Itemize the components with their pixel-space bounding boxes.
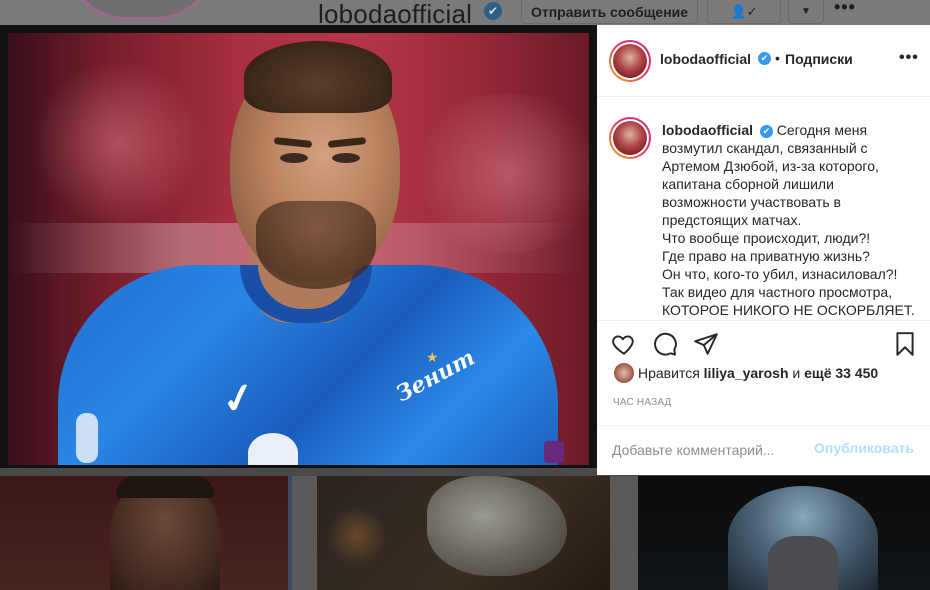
author-username[interactable]: lobodaofficial	[660, 51, 751, 67]
likes-prefix: Нравится	[638, 365, 700, 381]
caption-line: Что вообще происходит, люди?!	[662, 230, 871, 246]
post-image[interactable]: ✓ ★ Зенит	[0, 25, 597, 468]
caption-line: Где право на приватную жизнь?	[662, 248, 870, 264]
caption-line: Так видео для частного просмотра,	[662, 284, 893, 300]
separator-dot: •	[775, 50, 780, 66]
verified-icon: ✔	[484, 2, 502, 20]
caption-line: капитана сборной лишили	[662, 176, 834, 192]
sponsor-logo	[248, 433, 298, 465]
post-actions: Нравится liliya_yarosh и ещё 33 450 ЧАС …	[597, 320, 930, 425]
user-check-icon: 👤✓	[730, 4, 758, 19]
likes-connector: и	[792, 365, 801, 381]
publish-button[interactable]: Опубликовать	[814, 440, 914, 456]
more-options-icon[interactable]: •••	[834, 0, 856, 18]
bookmark-icon[interactable]	[892, 331, 918, 357]
likes-count[interactable]: ещё 33 450	[804, 365, 878, 381]
post-photo: ✓ ★ Зенит	[8, 33, 589, 465]
caption-avatar[interactable]	[609, 117, 651, 159]
caption-line: Сегодня меня	[776, 122, 868, 138]
follow-status-button[interactable]: Подписки	[785, 51, 853, 67]
comment-input[interactable]	[612, 440, 812, 460]
sleeve-badge	[76, 413, 98, 463]
caption-line: Он что, кого-то убил, изнасиловал?!	[662, 266, 898, 282]
heart-icon[interactable]	[611, 331, 637, 357]
post-sidebar: lobodaofficial ✔ • Подписки ••• lobodaof…	[597, 25, 930, 475]
caption-username[interactable]: lobodaofficial	[662, 122, 753, 138]
author-avatar[interactable]	[609, 40, 651, 82]
caption-line: Артемом Дзюбой, из-за которого,	[662, 158, 879, 174]
caption-line: предстоящих матчах.	[662, 212, 802, 228]
share-icon[interactable]	[693, 331, 719, 357]
caption-line: возмутил скандал, связанный с	[662, 140, 868, 156]
grid-thumbnail[interactable]	[0, 476, 292, 590]
caption-line: КОТОРОЕ НИКОГО НЕ ОСКОРБЛЯЕТ.	[662, 302, 915, 318]
verified-icon: ✔	[758, 52, 771, 65]
verified-icon: ✔	[759, 124, 773, 138]
caption-line: возможности участвовать в	[662, 194, 841, 210]
uefa-badge	[544, 441, 564, 463]
dropdown-button[interactable]: ▼	[788, 0, 824, 24]
send-message-button[interactable]: Отправить сообщение	[521, 0, 698, 24]
post-timestamp[interactable]: ЧАС НАЗАД	[613, 397, 672, 408]
chevron-down-icon: ▼	[801, 6, 811, 17]
comment-form: Опубликовать	[597, 425, 930, 475]
caption-text: lobodaofficial ✔ Сегодня меня возмутил с…	[662, 121, 920, 319]
more-options-icon[interactable]: •••	[899, 49, 919, 67]
post-caption: lobodaofficial ✔ Сегодня меня возмутил с…	[597, 98, 930, 320]
grid-thumbnail[interactable]	[317, 476, 610, 590]
post-header: lobodaofficial ✔ • Подписки •••	[597, 25, 930, 97]
grid-thumbnail[interactable]	[638, 476, 930, 590]
following-button[interactable]: 👤✓	[707, 0, 781, 24]
liker-username[interactable]: liliya_yarosh	[704, 365, 789, 381]
liker-avatar[interactable]	[614, 363, 634, 383]
comment-icon[interactable]	[652, 331, 678, 357]
